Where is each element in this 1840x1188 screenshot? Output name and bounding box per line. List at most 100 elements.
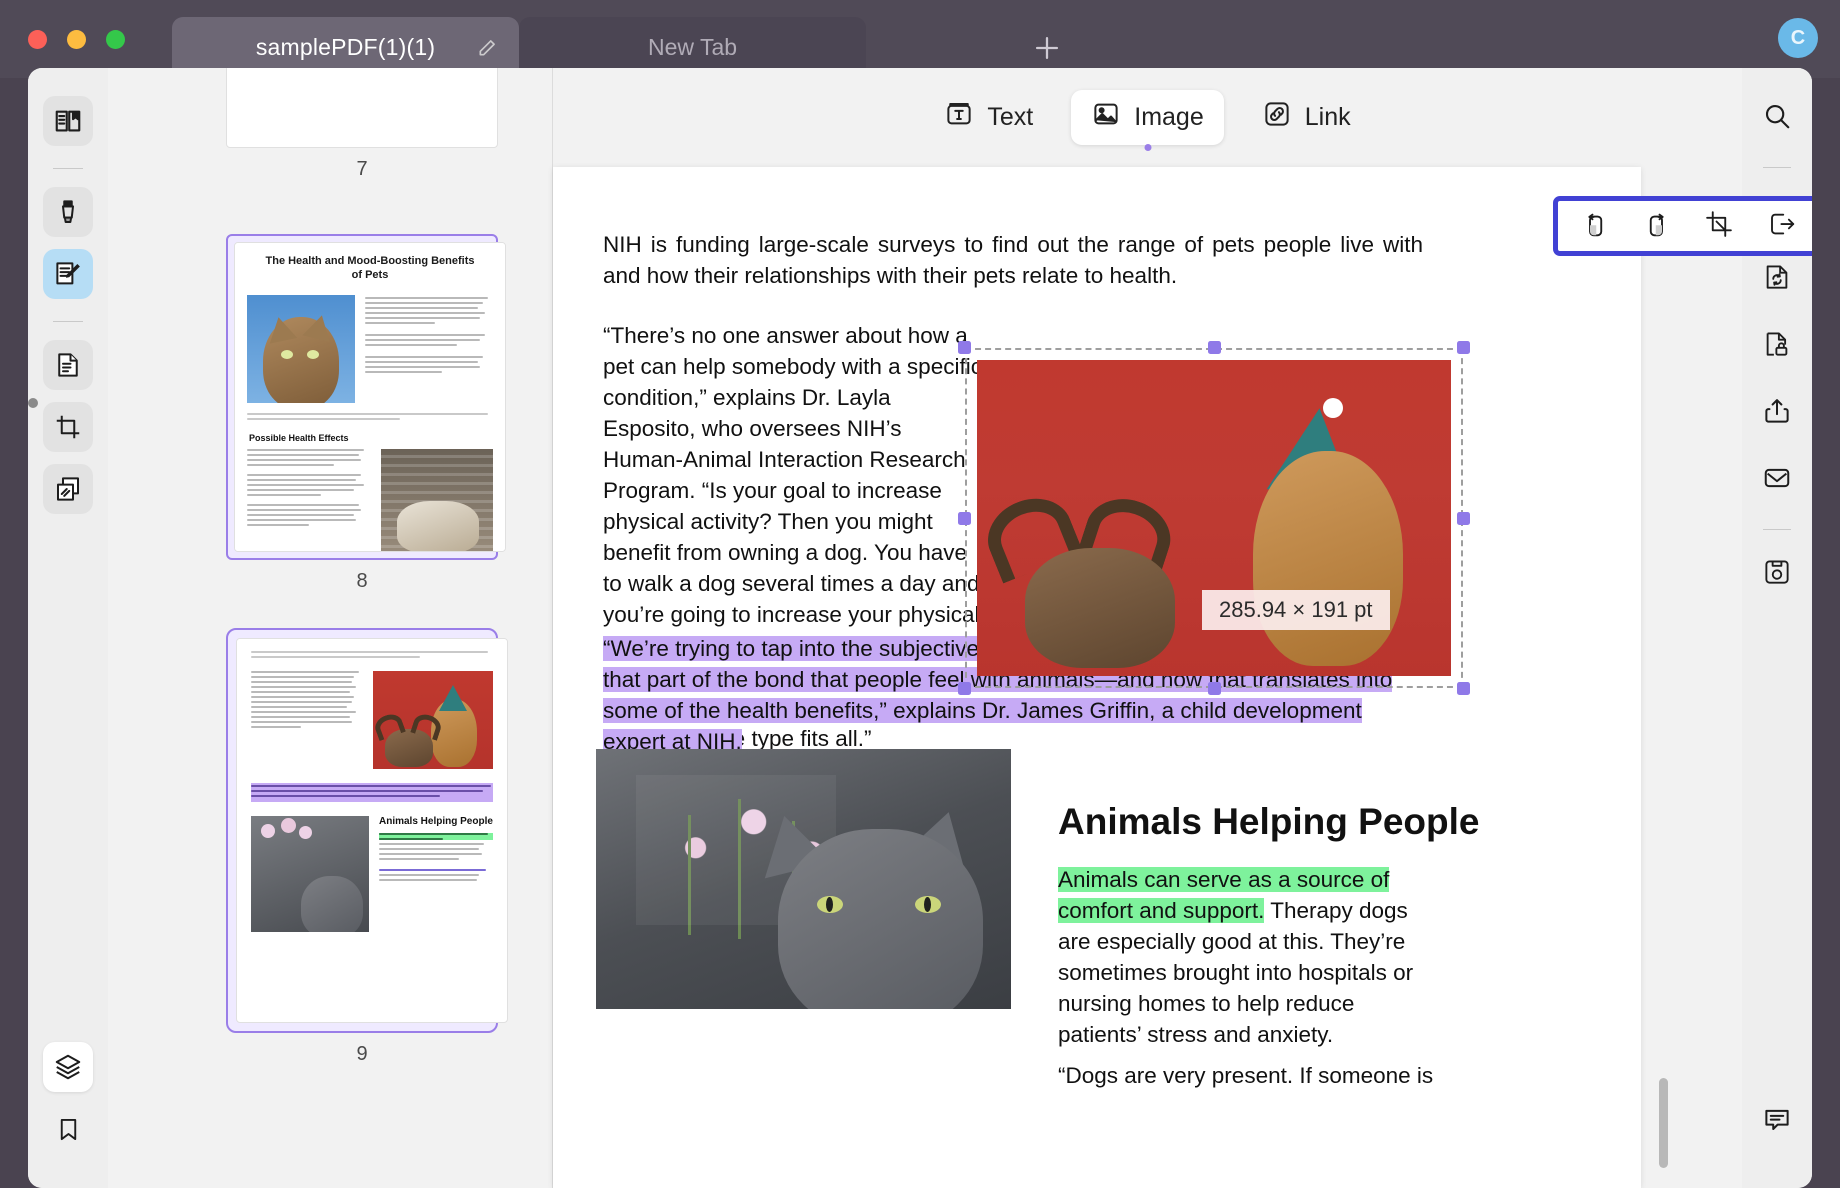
image-size-badge: 285.94 × 191 pt xyxy=(1202,590,1390,630)
image-context-toolbar xyxy=(1553,196,1812,256)
sidebar-item-bookmarks[interactable] xyxy=(43,1104,93,1154)
resize-handle-top-right[interactable] xyxy=(1457,341,1470,354)
tab-image[interactable]: Image xyxy=(1071,89,1224,145)
envelope-icon xyxy=(1762,463,1792,498)
sidebar-item-duplicate-pages[interactable] xyxy=(43,464,93,514)
sidebar-item-crop-page[interactable] xyxy=(43,402,93,452)
page-curl-icon xyxy=(53,350,83,380)
new-tab-button[interactable] xyxy=(1028,29,1066,67)
sidebar-item-comments[interactable] xyxy=(1753,1097,1801,1145)
sidebar-item-share[interactable] xyxy=(1753,389,1801,437)
link-icon xyxy=(1262,99,1292,136)
crop-page-icon xyxy=(53,412,83,442)
resize-handle-bottom-right[interactable] xyxy=(1457,682,1470,695)
avatar-initial: C xyxy=(1790,26,1806,49)
dog-bulldog xyxy=(1025,548,1175,668)
sidebar-item-convert[interactable] xyxy=(1753,255,1801,303)
tab-text-label: Text xyxy=(987,102,1034,131)
tab-title: samplePDF(1)(1) xyxy=(255,34,436,60)
crop-image-button[interactable] xyxy=(1695,205,1743,247)
bookmark-icon xyxy=(55,1116,82,1143)
resize-handle-bottom-left[interactable] xyxy=(958,682,971,695)
document-lock-icon xyxy=(1762,329,1792,364)
left-tool-rail xyxy=(28,68,108,1188)
extract-icon xyxy=(1767,209,1797,244)
rail-divider-1 xyxy=(53,168,83,169)
thumbnail-page-9[interactable]: Animals Helping People 9 xyxy=(226,628,508,1066)
left-rail-bottom xyxy=(28,1042,108,1166)
sidebar-item-search[interactable] xyxy=(1753,94,1801,142)
paragraph-intro: NIH is funding large-scale surveys to fi… xyxy=(603,232,1423,288)
thumbnail-panel[interactable]: 7 The Health and Mood-Boosting Benefits … xyxy=(108,68,553,1188)
highlighter-icon xyxy=(53,197,83,227)
resize-handle-top-left[interactable] xyxy=(958,341,971,354)
sidebar-item-annotate[interactable] xyxy=(43,187,93,237)
traffic-lights xyxy=(28,30,125,49)
crop-icon xyxy=(1704,209,1734,244)
comment-icon xyxy=(1762,1104,1792,1139)
rotate-right-icon xyxy=(1642,209,1672,244)
selected-image-container[interactable]: 285.94 × 191 pt xyxy=(958,341,1470,695)
panel-drag-nub[interactable] xyxy=(28,398,38,408)
app-shell: 7 The Health and Mood-Boosting Benefits … xyxy=(28,68,1812,1188)
pdf-page[interactable]: NIH is funding large-scale surveys to fi… xyxy=(553,167,1641,1188)
title-bar: samplePDF(1)(1) New Tab C xyxy=(0,0,1840,78)
right-rail-divider-2 xyxy=(1763,529,1791,530)
thumbnail-page-number: 9 xyxy=(356,1043,368,1065)
cat-eye-right xyxy=(915,896,941,913)
thumbnail-page-7[interactable]: 7 xyxy=(226,68,498,181)
edit-mode-bar: Text Image Link xyxy=(553,86,1742,148)
rotate-left-icon xyxy=(1580,209,1610,244)
share-upload-icon xyxy=(1762,396,1792,431)
pdf-editor-window: samplePDF(1)(1) New Tab C 7 The Health a… xyxy=(0,0,1840,1188)
sidebar-item-protect[interactable] xyxy=(1753,322,1801,370)
cat-eye-left xyxy=(817,896,843,913)
resize-handle-bottom-center[interactable] xyxy=(1207,682,1221,695)
rename-pencil-icon[interactable] xyxy=(477,38,497,58)
resize-handle-middle-left[interactable] xyxy=(958,511,971,525)
minimize-window-button[interactable] xyxy=(67,30,86,49)
stacked-pages-icon xyxy=(53,474,83,504)
edit-document-icon xyxy=(53,259,83,289)
rail-divider-2 xyxy=(53,321,83,322)
thumbnail-subheading: Possible Health Effects xyxy=(249,432,349,443)
tab-image-label: Image xyxy=(1134,102,1204,131)
tab-text[interactable]: Text xyxy=(924,90,1053,145)
photo-dogs-red[interactable]: 285.94 × 191 pt xyxy=(977,360,1451,676)
image-icon xyxy=(1091,99,1121,136)
close-window-button[interactable] xyxy=(28,30,47,49)
document-viewer: Text Image Link NIH is funding large-sca… xyxy=(553,68,1812,1188)
layers-icon xyxy=(53,1052,83,1082)
resize-handle-top-center[interactable] xyxy=(1207,341,1221,354)
rotate-right-button[interactable] xyxy=(1633,205,1681,247)
thumbnail-page-8[interactable]: The Health and Mood-Boosting Benefits of… xyxy=(226,234,506,593)
avatar[interactable]: C xyxy=(1778,18,1818,58)
resize-handle-middle-right[interactable] xyxy=(1457,511,1470,525)
hat-pompom xyxy=(1323,398,1343,418)
tab-new-title: New Tab xyxy=(647,34,738,60)
photo-cat-tulips[interactable] xyxy=(596,749,1011,1009)
dog-pomeranian xyxy=(1253,451,1403,666)
section-title: Animals Helping People xyxy=(1058,801,1480,842)
rotate-left-button[interactable] xyxy=(1571,205,1619,247)
sidebar-item-email[interactable] xyxy=(1753,456,1801,504)
paragraph-animals: Animals can serve as a source of comfort… xyxy=(1058,864,1423,1050)
viewer-scrollbar[interactable] xyxy=(1659,1078,1668,1168)
thumbnail-page-number: 8 xyxy=(356,570,368,592)
mode-indicator-dot xyxy=(1144,144,1151,151)
save-disk-icon xyxy=(1762,557,1792,592)
maximize-window-button[interactable] xyxy=(106,30,125,49)
cat-head xyxy=(778,829,983,1009)
sidebar-item-layers[interactable] xyxy=(43,1042,93,1092)
right-rail-bottom xyxy=(1753,1097,1801,1164)
sidebar-item-reader-mode[interactable] xyxy=(43,96,93,146)
book-icon xyxy=(53,106,83,136)
extract-image-button[interactable] xyxy=(1758,205,1806,247)
sidebar-item-save[interactable] xyxy=(1753,550,1801,598)
right-rail-divider xyxy=(1763,167,1791,168)
sidebar-item-organize-pages[interactable] xyxy=(43,340,93,390)
tab-link[interactable]: Link xyxy=(1242,90,1371,145)
tab-link-label: Link xyxy=(1304,102,1351,131)
sidebar-item-edit-pdf[interactable] xyxy=(43,249,93,299)
thumbnail-page-number: 7 xyxy=(356,158,368,180)
